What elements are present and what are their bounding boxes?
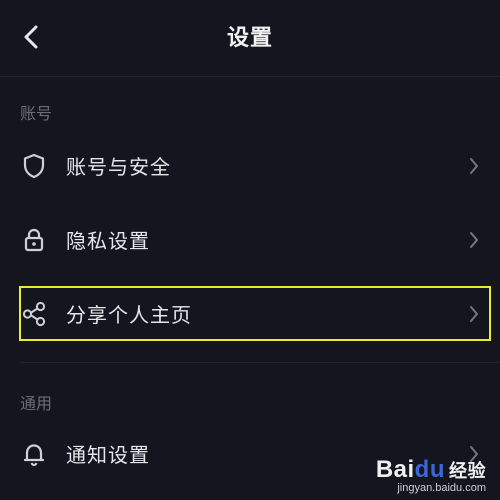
section-title-general: 通用: [20, 394, 53, 413]
section-title-account: 账号: [20, 104, 53, 123]
settings-item-account-security[interactable]: 账号与安全: [0, 138, 500, 194]
watermark-logo: Baidu 经验: [375, 456, 486, 483]
section-divider: [20, 362, 500, 363]
baidu-jingyan-watermark: Baidu 经验 jingyan.baidu.com: [376, 456, 486, 494]
settings-item-label: 隐私设置: [66, 229, 150, 253]
shield-icon: [20, 152, 48, 180]
page-title: 设置: [226, 26, 273, 51]
chevron-right-icon: [462, 228, 486, 252]
paw-logo: du: [414, 456, 445, 483]
highlight-box: [19, 286, 491, 341]
settings-item-label: 账号与安全: [66, 155, 171, 179]
settings-item-privacy[interactable]: 隐私设置: [0, 212, 500, 268]
settings-item-label: 通知设置: [66, 443, 150, 467]
lock-icon: [20, 226, 48, 254]
top-bar: 设置: [0, 0, 500, 77]
bell-icon: [20, 440, 48, 468]
chevron-right-icon: [462, 154, 486, 178]
